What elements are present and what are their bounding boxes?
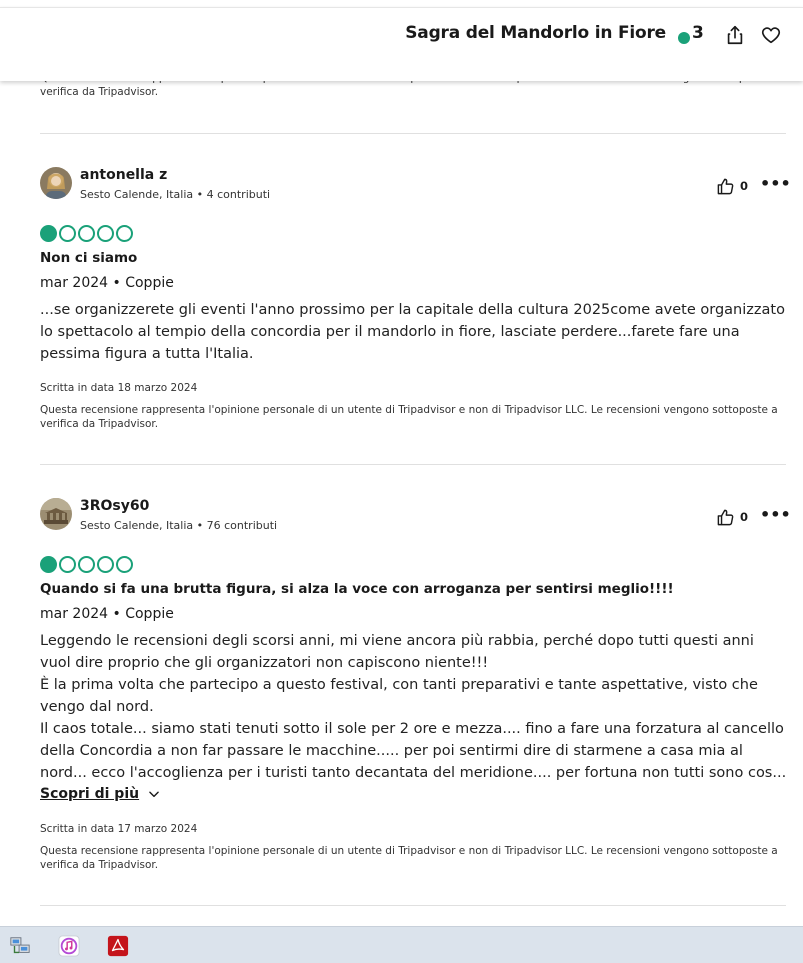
review-divider [40,905,786,906]
review-title[interactable]: Non ci siamo [40,250,137,266]
network-icon[interactable] [9,935,31,957]
taskbar [0,926,803,963]
reviewer-meta: Sesto Calende, Italia • 76 contributi [80,519,278,532]
avatar[interactable] [40,167,72,199]
review-date-trip: mar 2024 • Coppie [40,606,174,622]
more-icon[interactable]: ••• [760,505,791,524]
review-disclaimer: Questa recensione rappresenta l'opinione… [40,404,778,430]
review-body-line: Leggendo le recensioni degli scorsi anni… [40,633,754,649]
rating-bubbles [40,225,133,242]
review-body-line: È la prima volta che partecipo a questo … [40,677,758,693]
read-more-label: Scopri di più [40,786,140,802]
avatar[interactable] [40,498,72,530]
review-written-date: Scritta in data 18 marzo 2024 [40,382,198,394]
review-body-line: lo spettacolo al tempio della concordia … [40,324,740,340]
thumbs-up-icon [717,509,734,525]
review-card: 3ROsy60 Sesto Calende, Italia • 76 contr… [40,498,791,878]
itunes-icon[interactable] [58,935,80,957]
review-disclaimer: Questa recensione rappresenta l'opinione… [40,845,778,871]
helpful-count: 0 [740,179,749,193]
review-body-line: vengo dal nord. [40,699,154,715]
more-icon[interactable]: ••• [760,174,791,193]
review-body-line: ...se organizzerete gli eventi l'anno pr… [40,302,785,318]
rating-bubble-empty [78,556,95,573]
acrobat-icon[interactable] [107,935,129,957]
review-body-line: nord... ecco l'accoglienza per i turisti… [40,765,786,781]
review-body: ...se organizzerete gli eventi l'anno pr… [40,299,786,365]
review-written-date: Scritta in data 17 marzo 2024 [40,823,198,835]
rating-bubble-filled [40,556,57,573]
rating-bubble-empty [78,225,95,242]
review-body-line: Il caos totale... siamo stati tenuti sot… [40,721,784,737]
review-body-line: pessima figura a tutta l'Italia. [40,346,254,362]
reviewer-meta: Sesto Calende, Italia • 4 contributi [80,188,271,201]
rating-bubble-empty [59,556,76,573]
review-card: antonella z Sesto Calende, Italia • 4 co… [40,167,791,437]
sticky-header: Sagra del Mandorlo in Fiore 3 [0,0,803,81]
review-divider [40,133,786,134]
page: Questa recensione rappresenta l'opinione… [0,0,803,963]
page-title[interactable]: Sagra del Mandorlo in Fiore [405,23,666,43]
rating-bubble-empty [97,556,114,573]
rating-bubble-filled [40,225,57,242]
review-date-trip: mar 2024 • Coppie [40,275,174,291]
header-bar: Sagra del Mandorlo in Fiore 3 [0,7,803,81]
review-divider [40,464,786,465]
review-body: Leggendo le recensioni degli scorsi anni… [40,630,786,784]
rating-bubble-empty [116,556,133,573]
rating-bubbles [40,556,133,573]
review-title[interactable]: Quando si fa una brutta figura, si alza … [40,581,674,597]
heart-icon[interactable] [760,24,782,46]
chevron-down-icon [149,791,159,798]
helpful-vote-button[interactable]: 0 [716,176,748,196]
rating-bubble-empty [97,225,114,242]
reviewer-name[interactable]: antonella z [80,167,167,183]
thumbs-up-icon [717,178,734,194]
rating-bubble-icon [678,32,690,44]
helpful-count: 0 [740,510,749,524]
review-body-line: vuol dire proprio che gli organizzatori … [40,655,489,671]
rating-bubble-empty [59,225,76,242]
read-more-button[interactable]: Scopri di più [40,786,161,802]
share-icon[interactable] [724,24,746,46]
review-body-line: della Concordia a non far passare le mac… [40,743,743,759]
rating-bubble-empty [116,225,133,242]
rating-count: 3 [692,23,704,43]
reviewer-name[interactable]: 3ROsy60 [80,498,149,514]
helpful-vote-button[interactable]: 0 [716,507,748,527]
